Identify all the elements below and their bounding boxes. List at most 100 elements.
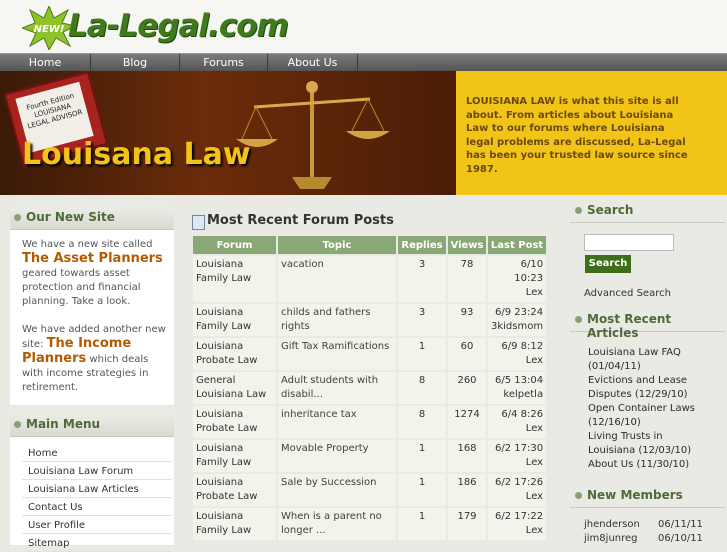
topic-cell[interactable]: vacation — [278, 256, 396, 302]
document-icon — [192, 215, 205, 230]
column-header: Replies — [398, 236, 446, 254]
forum-cell[interactable]: Louisiana Family Law — [193, 304, 276, 336]
forum-cell[interactable]: Louisiana Family Law — [193, 508, 276, 540]
bullet-icon — [575, 207, 582, 214]
last-post-date: 6/4 8:26 — [501, 409, 544, 420]
scales-of-justice-icon — [236, 81, 390, 189]
topic-cell[interactable]: Adult students with disabil... — [278, 372, 396, 404]
topic-cell[interactable]: childs and fathers rights — [278, 304, 396, 336]
article-link[interactable]: Open Container Laws (12/16/10) — [588, 402, 708, 430]
last-post-date: 6/5 13:04 — [495, 375, 544, 386]
last-post-cell: 6/9 8:12 Lex — [488, 338, 547, 370]
replies-cell: 8 — [398, 406, 446, 438]
search-button[interactable]: Search — [585, 255, 631, 273]
article-link[interactable]: Louisiana Law FAQ (01/04/11) — [588, 346, 708, 374]
site-logo[interactable]: La-Legal.com — [68, 8, 289, 44]
forum-cell[interactable]: General Louisiana Law — [193, 372, 276, 404]
last-post-date: 6/9 23:24 — [495, 307, 544, 318]
last-post-user[interactable]: Lex — [491, 524, 543, 538]
search-input[interactable] — [584, 234, 674, 251]
menu-law-articles[interactable]: Louisiana Law Articles — [22, 481, 172, 498]
last-post-cell: 6/10 10:23 Lex — [488, 256, 547, 302]
last-post-date: 6/10 10:23 — [514, 259, 544, 284]
nav-blog[interactable]: Blog — [91, 54, 180, 71]
last-post-user[interactable]: Lex — [491, 286, 543, 300]
views-cell: 260 — [448, 372, 486, 404]
section-title: Most Recent Forum Posts — [207, 213, 394, 228]
last-post-cell: 6/2 17:26 Lex — [488, 474, 547, 506]
nav-about-us[interactable]: About Us — [268, 54, 358, 71]
table-row: Louisiana Family Law childs and fathers r… — [193, 304, 547, 336]
menu-contact-us[interactable]: Contact Us — [22, 499, 172, 516]
table-row: Louisiana Probate Law Gift Tax Ramificati… — [193, 338, 547, 370]
main-menu-box: Main Menu Home Louisiana Law Forum Louis… — [10, 414, 174, 552]
topic-cell[interactable]: When is a parent no longer ... — [278, 508, 396, 540]
forum-cell[interactable]: Louisiana Probate Law — [193, 474, 276, 506]
menu-sitemap[interactable]: Sitemap — [22, 535, 172, 552]
forum-posts-section: Most Recent Forum Posts Forum Topic Repl… — [185, 205, 551, 545]
new-site-text-2: We have added another new site: The Inco… — [22, 324, 166, 393]
bullet-icon — [14, 421, 21, 428]
last-post-cell: 6/5 13:04 kelpetla — [488, 372, 547, 404]
last-post-user[interactable]: 3kidsmom — [491, 320, 543, 334]
banner: Fourth Edition LOUISIANA LEGAL ADVISOR L… — [0, 71, 727, 195]
asset-planners-link[interactable]: The Asset Planners — [22, 251, 163, 266]
last-post-cell: 6/4 8:26 Lex — [488, 406, 547, 438]
topic-cell[interactable]: Sale by Succession — [278, 474, 396, 506]
banner-image: Fourth Edition LOUISIANA LEGAL ADVISOR L… — [0, 71, 456, 195]
member-name[interactable]: jim8junreg — [584, 533, 638, 544]
last-post-user[interactable]: Lex — [491, 422, 543, 436]
topic-cell[interactable]: inheritance tax — [278, 406, 396, 438]
members-title: New Members — [587, 488, 683, 502]
posts-table: Forum Topic Replies Views Last Post Loui… — [191, 234, 548, 542]
table-row: General Louisiana Law Adult students with… — [193, 372, 547, 404]
replies-cell: 3 — [398, 304, 446, 336]
views-cell: 179 — [448, 508, 486, 540]
last-post-date: 6/2 17:26 — [495, 477, 544, 488]
menu-law-forum[interactable]: Louisiana Law Forum — [22, 463, 172, 480]
bullet-icon — [575, 316, 582, 323]
replies-cell: 1 — [398, 474, 446, 506]
views-cell: 93 — [448, 304, 486, 336]
last-post-date: 6/2 17:30 — [495, 443, 544, 454]
last-post-cell: 6/9 23:24 3kidsmom — [488, 304, 547, 336]
column-header: Topic — [278, 236, 396, 254]
forum-cell[interactable]: Louisiana Probate Law — [193, 406, 276, 438]
last-post-user[interactable]: kelpetla — [491, 388, 543, 402]
forum-cell[interactable]: Louisiana Probate Law — [193, 338, 276, 370]
last-post-user[interactable]: Lex — [491, 354, 543, 368]
member-name[interactable]: jhenderson — [584, 519, 640, 530]
views-cell: 60 — [448, 338, 486, 370]
last-post-cell: 6/2 17:22 Lex — [488, 508, 547, 540]
last-post-user[interactable]: Lex — [491, 490, 543, 504]
last-post-date: 6/2 17:22 — [495, 511, 544, 522]
main-nav: Home Blog Forums About Us — [0, 53, 727, 71]
nav-home[interactable]: Home — [0, 54, 91, 71]
views-cell: 78 — [448, 256, 486, 302]
nav-forums[interactable]: Forums — [180, 54, 268, 71]
topic-cell[interactable]: Gift Tax Ramifications — [278, 338, 396, 370]
bullet-icon — [575, 492, 582, 499]
menu-home[interactable]: Home — [22, 445, 172, 462]
forum-cell[interactable]: Louisiana Family Law — [193, 440, 276, 472]
menu-user-profile[interactable]: User Profile — [22, 517, 172, 534]
column-header: Last Post — [488, 236, 547, 254]
search-title: Search — [587, 203, 634, 217]
table-row: Louisiana Probate Law inheritance tax 8 127… — [193, 406, 547, 438]
replies-cell: 8 — [398, 372, 446, 404]
article-link[interactable]: Evictions and Lease Disputes (12/29/10) — [588, 374, 708, 402]
box-title: Main Menu — [26, 417, 101, 431]
last-post-date: 6/9 8:12 — [501, 341, 544, 352]
replies-cell: 1 — [398, 440, 446, 472]
box-title: Our New Site — [26, 210, 115, 224]
views-cell: 186 — [448, 474, 486, 506]
advanced-search-link[interactable]: Advanced Search — [584, 288, 671, 299]
table-row: Louisiana Family Law Movable Property 1 168… — [193, 440, 547, 472]
forum-cell[interactable]: Louisiana Family Law — [193, 256, 276, 302]
topic-cell[interactable]: Movable Property — [278, 440, 396, 472]
table-row: Louisiana Family Law vacation 3 78 6/10 10:2… — [193, 256, 547, 302]
views-cell: 168 — [448, 440, 486, 472]
last-post-user[interactable]: Lex — [491, 456, 543, 470]
article-link[interactable]: Living Trusts in Louisiana (12/03/10) — [588, 430, 708, 458]
article-link[interactable]: About Us (11/30/10) — [588, 458, 708, 472]
